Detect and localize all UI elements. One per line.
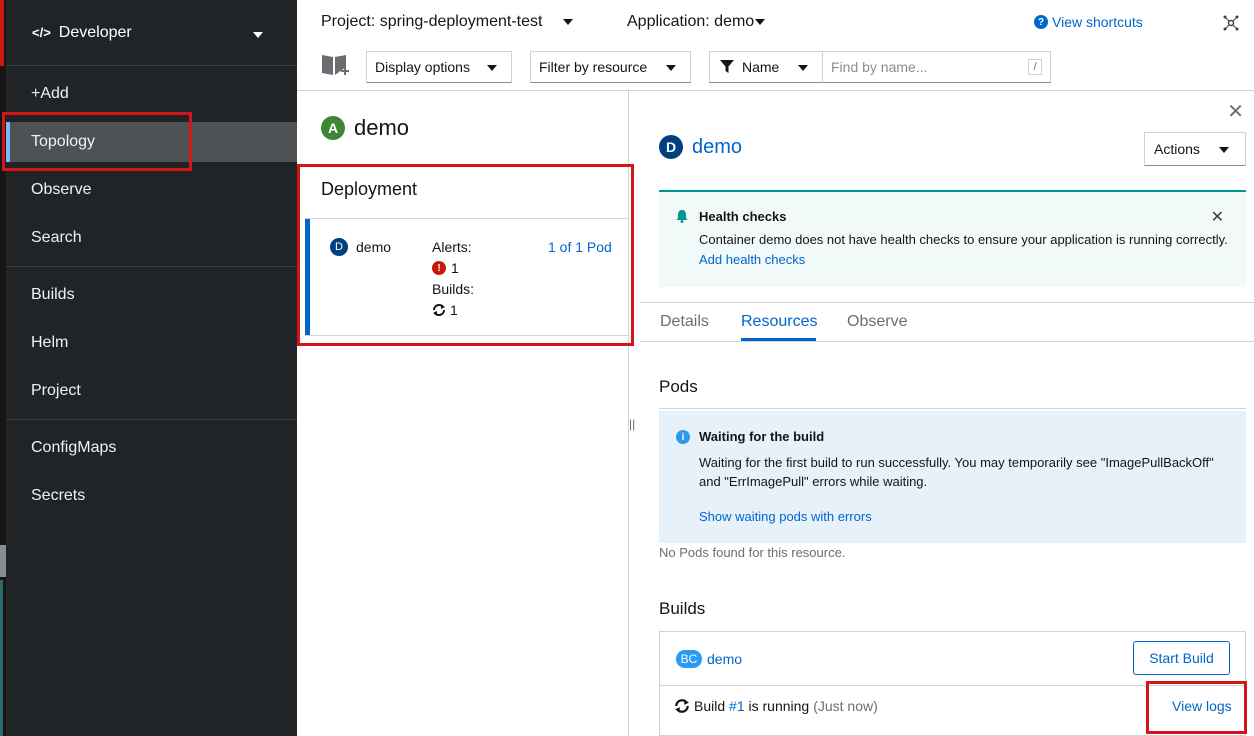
waiting-for-build-alert: i Waiting for the build Waiting for the … [659,411,1246,543]
display-options-dropdown[interactable]: Display options [366,51,512,83]
chevron-down-icon [562,18,573,25]
view-shortcuts-link[interactable]: ? View shortcuts [1034,14,1143,30]
build-status: is running [748,698,810,714]
filter-by-resource-dropdown[interactable]: Filter by resource [530,51,691,83]
build-timestamp: (Just now) [813,698,878,714]
nav-item-secrets[interactable]: Secrets [6,476,297,516]
resource-sidebar: ✕ D demo Actions Health checks ✕ Contain… [640,91,1254,736]
sidebar-edge-highlight [0,0,4,66]
topology-view-icon[interactable] [1222,14,1240,32]
divider [640,341,1254,342]
highlight-box-topology [2,112,192,171]
display-options-label: Display options [375,59,470,75]
no-pods-message: No Pods found for this resource. [659,545,846,560]
divider [640,302,1254,303]
close-icon[interactable]: ✕ [1211,207,1224,227]
close-icon[interactable]: ✕ [1227,99,1244,124]
nav-divider [6,266,297,267]
nav-item-builds[interactable]: Builds [6,275,297,315]
sidebar-edge-marker [0,545,6,577]
waiting-description: Waiting for the first build to run succe… [699,455,1214,489]
nav-item-project[interactable]: Project [6,371,297,411]
application-name: demo [354,115,410,140]
application-label: Application: demo [627,13,755,30]
divider [659,408,1246,409]
nav-item-search[interactable]: Search [6,218,297,258]
info-circle-icon: i [676,430,690,444]
chevron-down-icon [798,65,808,71]
build-config-name: demo [707,651,743,667]
start-build-button[interactable]: Start Build [1133,641,1230,675]
health-checks-title: Health checks [699,209,787,224]
add-to-project-icon[interactable] [321,53,351,79]
top-bar: Project: spring-deployment-test Applicat… [297,0,1254,45]
chevron-down-icon [755,18,766,25]
view-shortcuts-label: View shortcuts [1052,14,1143,30]
question-circle-icon: ? [1034,15,1048,29]
sidebar: </> Developer +Add Topology Observe Sear… [0,0,297,736]
name-filter-label: Name [742,59,780,75]
nav-item-add[interactable]: +Add [6,74,297,114]
nav-item-label: ConfigMaps [31,439,117,456]
build-config-badge: BC [676,650,702,668]
show-waiting-pods-link[interactable]: Show waiting pods with errors [699,509,872,524]
build-number-link[interactable]: #1 [729,698,745,714]
nav-divider [6,419,297,420]
build-prefix: Build [694,698,726,714]
chevron-down-icon [666,65,676,71]
add-health-checks-link[interactable]: Add health checks [699,252,805,267]
pods-heading: Pods [659,377,698,396]
sidebar-edge-window [0,580,3,736]
project-selector[interactable]: Project: spring-deployment-test [321,13,573,31]
nav-item-label: +Add [31,85,69,102]
filter-by-resource-label: Filter by resource [539,59,648,75]
nav-item-label: Helm [31,334,69,351]
tab-resources[interactable]: Resources [741,313,817,331]
tab-details[interactable]: Details [660,313,709,331]
waiting-title: Waiting for the build [699,429,825,444]
chevron-down-icon [1219,147,1229,153]
nav-item-label: Builds [31,286,75,303]
project-label: Project: spring-deployment-test [321,13,543,30]
pane-resize-handle[interactable]: || [629,417,635,431]
application-selector[interactable]: Application: demo [627,13,766,31]
actions-label: Actions [1154,141,1200,157]
bell-icon [676,210,688,223]
name-filter-dropdown[interactable]: Name [709,51,823,83]
health-checks-description: Container demo does not have health chec… [699,232,1228,247]
code-icon: </> [32,25,51,40]
highlight-box-view-logs [1146,681,1247,734]
highlight-box-deployment [297,164,634,346]
nav-item-label: Search [31,229,82,246]
nav-item-configmaps[interactable]: ConfigMaps [6,428,297,468]
nav-item-label: Project [31,382,81,399]
health-checks-alert: Health checks ✕ Container demo does not … [659,190,1246,287]
chevron-down-icon [487,65,497,71]
perspective-switcher[interactable]: </> Developer [6,0,297,66]
application-badge: A [321,116,345,140]
keyboard-shortcut-hint: / [1028,59,1042,75]
nav-item-label: Secrets [31,487,86,504]
builds-heading: Builds [659,599,706,618]
perspective-label: Developer [58,23,132,41]
filter-icon [720,60,734,73]
actions-dropdown[interactable]: Actions [1144,132,1246,166]
sync-icon [675,699,689,713]
nav-item-label: Observe [31,181,92,198]
toolbar: Display options Filter by resource Name … [297,45,1254,91]
resource-name-link[interactable]: demo [692,136,742,159]
nav-item-observe[interactable]: Observe [6,170,297,210]
tab-observe[interactable]: Observe [847,313,907,331]
deployment-badge: D [659,135,683,159]
application-group[interactable]: A demo [321,115,409,141]
build-config-link[interactable]: BC demo [676,650,742,668]
build-status-row: Build #1 is running (Just now) [674,698,878,714]
nav-item-helm[interactable]: Helm [6,323,297,363]
find-by-name-placeholder: Find by name... [831,59,928,75]
chevron-down-icon [253,32,263,38]
find-by-name-input[interactable]: Find by name... / [822,51,1051,83]
resource-title: D demo [659,135,742,159]
